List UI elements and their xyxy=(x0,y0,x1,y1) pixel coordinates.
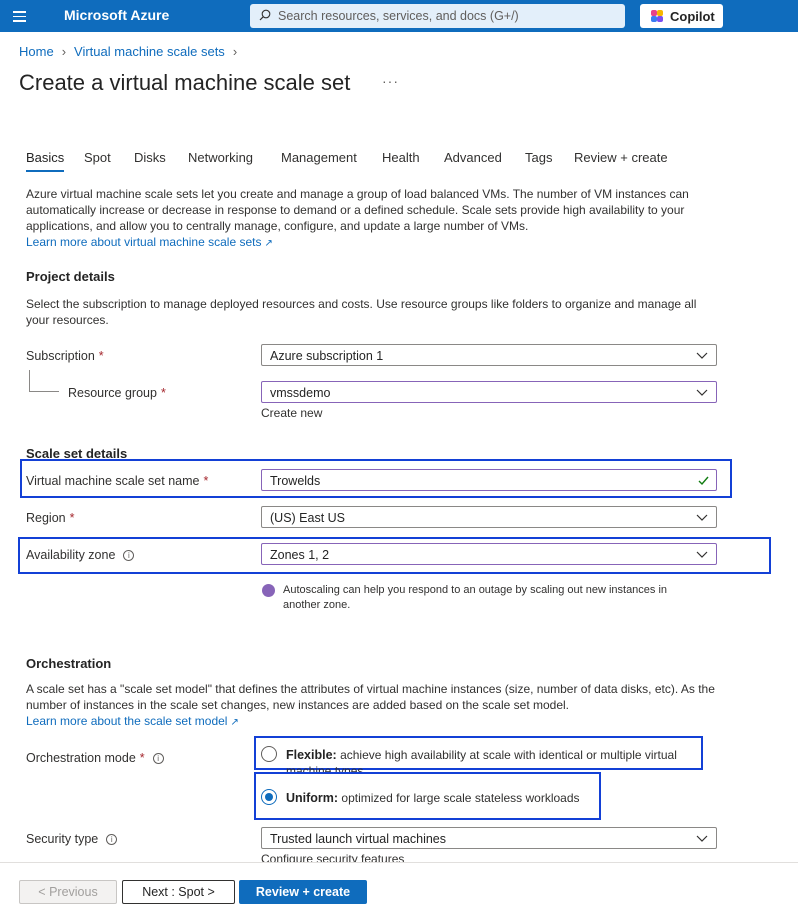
region-label-text: Region xyxy=(26,511,66,525)
chevron-down-icon xyxy=(696,551,708,558)
brand-title[interactable]: Microsoft Azure xyxy=(64,7,169,23)
vmss-name-label: Virtual machine scale set name * xyxy=(26,474,208,488)
availability-zone-select[interactable]: Zones 1, 2 xyxy=(261,543,717,565)
uniform-description: optimized for large scale stateless work… xyxy=(341,791,580,805)
menu-icon[interactable] xyxy=(10,6,30,26)
required-marker: * xyxy=(160,386,166,400)
review-create-button[interactable]: Review + create xyxy=(239,880,367,904)
region-select[interactable]: (US) East US xyxy=(261,506,717,528)
breadcrumb-home[interactable]: Home xyxy=(19,44,54,59)
uniform-title: Uniform: xyxy=(286,791,339,805)
learn-more-model-text: Learn more about the scale set model xyxy=(26,714,228,728)
external-link-icon: ↗ xyxy=(264,238,273,249)
copilot-icon xyxy=(651,10,663,22)
project-details-heading: Project details xyxy=(26,269,115,284)
uniform-option-text: Uniform: optimized for large scale state… xyxy=(286,790,580,806)
search-placeholder: Search resources, services, and docs (G+… xyxy=(278,9,519,23)
breadcrumb-vmss[interactable]: Virtual machine scale sets xyxy=(74,44,225,59)
info-icon[interactable]: i xyxy=(106,834,118,845)
chevron-down-icon xyxy=(696,514,708,521)
intro-description: Azure virtual machine scale sets let you… xyxy=(26,187,689,233)
orchestration-mode-label: Orchestration mode * i xyxy=(26,751,164,765)
flexible-title: Flexible: xyxy=(286,748,337,762)
region-value: (US) East US xyxy=(270,511,346,525)
chevron-down-icon xyxy=(696,835,708,842)
create-new-link[interactable]: Create new xyxy=(261,406,322,420)
tab-advanced[interactable]: Advanced xyxy=(444,150,502,165)
subscription-select[interactable]: Azure subscription 1 xyxy=(261,344,717,366)
availability-zone-value: Zones 1, 2 xyxy=(270,548,330,562)
resource-group-label: Resource group * xyxy=(68,386,166,400)
orchestration-description: A scale set has a "scale set model" that… xyxy=(26,682,715,712)
learn-more-vmss-link[interactable]: Learn more about virtual machine scale s… xyxy=(26,235,273,249)
region-label: Region * xyxy=(26,511,75,525)
more-options-button[interactable]: ··· xyxy=(382,73,399,89)
tab-review-create[interactable]: Review + create xyxy=(574,150,668,165)
availability-zone-label-text: Availability zone xyxy=(26,548,116,562)
subscription-label-text: Subscription xyxy=(26,349,95,363)
search-icon xyxy=(259,9,271,21)
external-link-icon: ↗ xyxy=(230,717,239,728)
vmss-name-input[interactable]: Trowelds xyxy=(261,469,717,491)
intro-text: Azure virtual machine scale sets let you… xyxy=(26,186,706,252)
resource-group-value: vmssdemo xyxy=(270,386,331,400)
subscription-label: Subscription * xyxy=(26,349,104,363)
required-marker: * xyxy=(98,349,104,363)
tree-connector xyxy=(29,370,59,392)
checkmark-icon xyxy=(698,476,709,486)
copilot-button[interactable]: Copilot xyxy=(640,4,723,28)
rocket-icon xyxy=(262,584,275,597)
resource-group-label-text: Resource group xyxy=(68,386,157,400)
project-details-text: Select the subscription to manage deploy… xyxy=(26,297,697,327)
tab-disks[interactable]: Disks xyxy=(134,150,166,165)
security-type-select[interactable]: Trusted launch virtual machines xyxy=(261,827,717,849)
subscription-value: Azure subscription 1 xyxy=(270,349,384,363)
chevron-right-icon: › xyxy=(61,44,67,59)
required-marker: * xyxy=(139,751,145,765)
security-type-value: Trusted launch virtual machines xyxy=(270,832,447,846)
next-spot-button[interactable]: Next : Spot > xyxy=(122,880,235,904)
chevron-down-icon xyxy=(696,389,708,396)
vmss-name-value: Trowelds xyxy=(270,474,321,488)
info-icon[interactable]: i xyxy=(123,550,135,561)
tab-tags[interactable]: Tags xyxy=(525,150,552,165)
required-marker: * xyxy=(203,474,209,488)
tab-spot[interactable]: Spot xyxy=(84,150,111,165)
top-bar: Microsoft Azure Search resources, servic… xyxy=(0,0,798,32)
vmss-name-label-text: Virtual machine scale set name xyxy=(26,474,200,488)
tab-networking[interactable]: Networking xyxy=(188,150,253,165)
previous-button[interactable]: < Previous xyxy=(19,880,117,904)
orchestration-mode-label-text: Orchestration mode xyxy=(26,751,136,765)
copilot-label: Copilot xyxy=(670,9,715,24)
uniform-radio[interactable] xyxy=(261,789,277,805)
security-type-label-text: Security type xyxy=(26,832,99,846)
learn-more-model-link[interactable]: Learn more about the scale set model ↗ xyxy=(26,714,239,728)
chevron-down-icon xyxy=(696,352,708,359)
orchestration-text: A scale set has a "scale set model" that… xyxy=(26,681,721,731)
info-icon[interactable]: i xyxy=(152,753,164,764)
flexible-radio[interactable] xyxy=(261,746,277,762)
availability-zone-label: Availability zone i xyxy=(26,548,135,562)
tab-management[interactable]: Management xyxy=(281,150,357,165)
required-marker: * xyxy=(69,511,75,525)
orchestration-heading: Orchestration xyxy=(26,656,112,671)
learn-more-vmss-text: Learn more about virtual machine scale s… xyxy=(26,235,262,249)
security-type-label: Security type i xyxy=(26,832,118,846)
tab-basics[interactable]: Basics xyxy=(26,150,65,172)
breadcrumb: Home › Virtual machine scale sets › xyxy=(19,44,245,59)
chevron-right-icon: › xyxy=(232,44,238,59)
resource-group-select[interactable]: vmssdemo xyxy=(261,381,717,403)
page-title: Create a virtual machine scale set xyxy=(19,70,351,95)
footer-bar: < Previous Next : Spot > Review + create xyxy=(0,862,798,918)
search-input[interactable]: Search resources, services, and docs (G+… xyxy=(250,4,625,28)
tab-health[interactable]: Health xyxy=(382,150,420,165)
autoscaling-note: Autoscaling can help you respond to an o… xyxy=(283,584,668,611)
